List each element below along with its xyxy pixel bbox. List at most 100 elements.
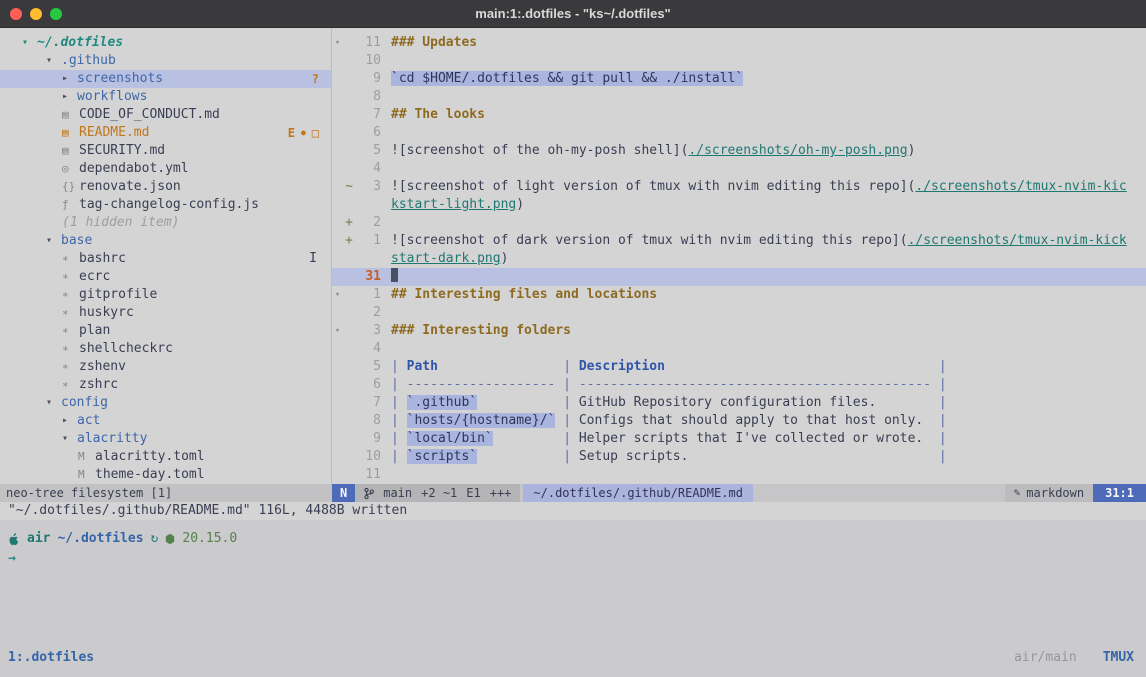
tree-item-label: workflows	[77, 88, 147, 106]
line-text: start-dark.png)	[391, 250, 1146, 268]
fold-column	[332, 448, 343, 466]
tree-item[interactable]: ◎dependabot.yml	[0, 160, 331, 178]
terminal-input-line[interactable]: →	[8, 550, 1146, 568]
markdown-file-icon: ▤	[62, 106, 79, 124]
fold-icon[interactable]: ▾	[332, 322, 343, 340]
shell-pane[interactable]: air ~/.dotfiles ↻ 20.15.0 → 1:.dotfiles …	[0, 520, 1146, 677]
tree-item[interactable]: ▾config	[0, 394, 331, 412]
editor-line[interactable]: +2	[332, 214, 1146, 232]
tree-item[interactable]: {}renovate.json	[0, 178, 331, 196]
editor-pane[interactable]: ▾11### Updates109`cd $HOME/.dotfiles && …	[332, 28, 1146, 484]
folder-arrow-icon[interactable]: ▾	[22, 34, 37, 52]
folder-arrow-icon[interactable]: ▸	[62, 70, 77, 88]
editor-line[interactable]: ▾1## Interesting files and locations	[332, 286, 1146, 304]
tree-item[interactable]: ∗bashrcI	[0, 250, 331, 268]
editor-line[interactable]: 6	[332, 124, 1146, 142]
command-line-message: "~/.dotfiles/.github/README.md" 116L, 44…	[0, 502, 1146, 520]
toml-file-icon: M	[78, 448, 95, 466]
tree-item[interactable]: ▸workflows	[0, 88, 331, 106]
tree-item[interactable]: ▾base	[0, 232, 331, 250]
folder-arrow-icon[interactable]: ▾	[46, 394, 61, 412]
editor-line[interactable]: 4	[332, 160, 1146, 178]
tree-item[interactable]: ▤README.mdE●□	[0, 124, 331, 142]
tmux-window-tab[interactable]: 1:.dotfiles	[8, 650, 94, 665]
editor-line[interactable]: 8| `hosts/{hostname}/` | Configs that sh…	[332, 412, 1146, 430]
line-number: 5	[355, 358, 381, 376]
editor-line[interactable]: +1![screenshot of dark version of tmux w…	[332, 232, 1146, 250]
whitespace-indicator: +++	[490, 484, 512, 502]
line-number: 9	[355, 70, 381, 88]
editor-line[interactable]: start-dark.png)	[332, 250, 1146, 268]
tree-item[interactable]: ∗zshenv	[0, 358, 331, 376]
line-text: | `.github` | GitHub Repository configur…	[391, 394, 1146, 412]
editor-line[interactable]: 9`cd $HOME/.dotfiles && git pull && ./in…	[332, 70, 1146, 88]
tree-item[interactable]: Mtheme-day.toml	[0, 466, 331, 484]
editor-line[interactable]: 5![screenshot of the oh-my-posh shell](.…	[332, 142, 1146, 160]
zoom-button[interactable]	[50, 8, 62, 20]
folder-arrow-icon[interactable]: ▾	[46, 232, 61, 250]
tree-item-label: dependabot.yml	[79, 160, 189, 178]
editor-line[interactable]: 2	[332, 304, 1146, 322]
folder-arrow-icon[interactable]: ▾	[62, 430, 77, 448]
fold-column	[332, 376, 343, 394]
tree-item[interactable]: ∗zshrc	[0, 376, 331, 394]
editor-line[interactable]: 7| `.github` | GitHub Repository configu…	[332, 394, 1146, 412]
config-file-icon: ∗	[62, 376, 79, 394]
line-text	[391, 466, 1146, 484]
tree-item-label: .github	[61, 52, 116, 70]
minimize-button[interactable]	[30, 8, 42, 20]
fold-column	[332, 178, 343, 196]
editor-line[interactable]: 31	[332, 268, 1146, 286]
editor-line[interactable]: 10| `scripts` | Setup scripts. |	[332, 448, 1146, 466]
folder-arrow-icon[interactable]: ▾	[46, 52, 61, 70]
close-button[interactable]	[10, 8, 22, 20]
line-number: 8	[355, 88, 381, 106]
tree-item[interactable]: ▸screenshots?	[0, 70, 331, 88]
tree-item[interactable]: ▤CODE_OF_CONDUCT.md	[0, 106, 331, 124]
editor-line[interactable]: 5 | Path | Description |	[332, 358, 1146, 376]
tree-item[interactable]: ∗ecrc	[0, 268, 331, 286]
tree-item[interactable]: ∗plan	[0, 322, 331, 340]
folder-arrow-icon[interactable]: ▸	[62, 88, 77, 106]
editor-line[interactable]: 9| `local/bin` | Helper scripts that I'v…	[332, 430, 1146, 448]
folder-arrow-icon[interactable]: ▸	[62, 412, 77, 430]
fold-icon[interactable]: ▾	[332, 34, 343, 52]
tree-item[interactable]: ▾~/.dotfiles	[0, 34, 331, 52]
editor-line[interactable]: 8	[332, 88, 1146, 106]
editor-line[interactable]: ▾3### Interesting folders	[332, 322, 1146, 340]
tree-item[interactable]: (1 hidden item)	[0, 214, 331, 232]
shell-prompt: air ~/.dotfiles ↻ 20.15.0	[8, 530, 1146, 548]
fold-column	[332, 430, 343, 448]
filetype-label: markdown	[1026, 484, 1084, 502]
line-text	[391, 88, 1146, 106]
tree-item-badges: E●□	[288, 124, 331, 142]
editor-line[interactable]: kstart-light.png)	[332, 196, 1146, 214]
tree-item[interactable]: ∗shellcheckrc	[0, 340, 331, 358]
tree-item-label: screenshots	[77, 70, 163, 88]
tree-item[interactable]: ∗huskyrc	[0, 304, 331, 322]
file-tree[interactable]: ▾~/.dotfiles▾.github▸screenshots?▸workfl…	[0, 28, 332, 484]
tree-item[interactable]: ▾.github	[0, 52, 331, 70]
editor-line[interactable]: 7## The looks	[332, 106, 1146, 124]
line-number: 4	[355, 160, 381, 178]
unsaved-square-badge: □	[312, 124, 319, 142]
tree-item[interactable]: ▤SECURITY.md	[0, 142, 331, 160]
tree-item[interactable]: ▾alacritty	[0, 430, 331, 448]
line-text: | Path | Description |	[391, 358, 1146, 376]
tree-item[interactable]: ƒtag-changelog-config.js	[0, 196, 331, 214]
mode-indicator: N	[332, 484, 355, 502]
tree-item[interactable]: ▸act	[0, 412, 331, 430]
tree-item-label: CODE_OF_CONDUCT.md	[79, 106, 220, 124]
editor-line[interactable]: 11	[332, 466, 1146, 484]
fold-icon[interactable]: ▾	[332, 286, 343, 304]
editor-line[interactable]: ▾11### Updates	[332, 34, 1146, 52]
editor-line[interactable]: 10	[332, 52, 1146, 70]
tree-item[interactable]: ∗gitprofile	[0, 286, 331, 304]
editor-line[interactable]: ~3![screenshot of light version of tmux …	[332, 178, 1146, 196]
line-number: 6	[355, 124, 381, 142]
tree-item[interactable]: Malacritty.toml	[0, 448, 331, 466]
fold-column	[332, 358, 343, 376]
editor-line[interactable]: 4	[332, 340, 1146, 358]
json-file-icon: {}	[62, 178, 79, 196]
editor-line[interactable]: 6| ------------------- | ---------------…	[332, 376, 1146, 394]
